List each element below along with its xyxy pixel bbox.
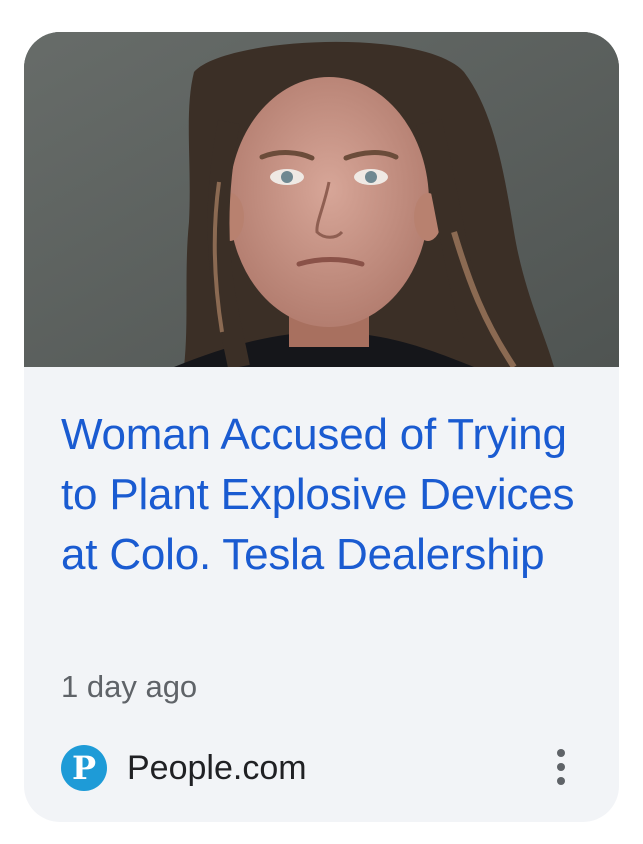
more-vert-icon-dot-2 (557, 763, 565, 771)
source-row: P People.com (61, 737, 581, 797)
article-body: Woman Accused of Trying to Plant Explosi… (24, 367, 619, 822)
news-card[interactable]: Woman Accused of Trying to Plant Explosi… (24, 32, 619, 822)
mugshot-image (24, 32, 619, 367)
article-timestamp: 1 day ago (61, 669, 198, 704)
article-thumbnail[interactable] (24, 32, 619, 367)
more-vert-icon-dot-3 (557, 777, 565, 785)
more-vert-icon (557, 749, 565, 757)
source-name: People.com (127, 749, 307, 787)
source-logo-icon: P (61, 745, 107, 791)
article-headline[interactable]: Woman Accused of Trying to Plant Explosi… (61, 405, 581, 585)
more-options-button[interactable] (541, 737, 581, 797)
